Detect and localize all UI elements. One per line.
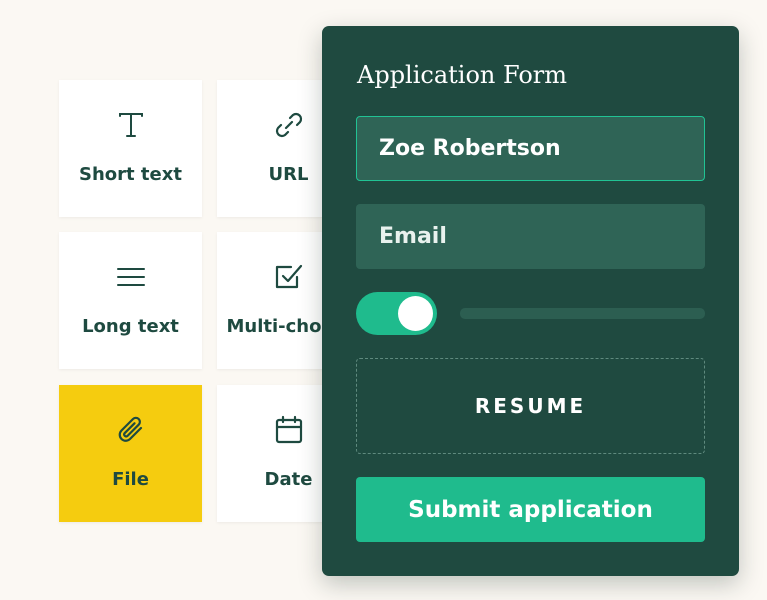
email-field-placeholder: Email <box>379 224 447 249</box>
toggle-switch[interactable] <box>356 292 437 335</box>
field-type-short-text[interactable]: Short text <box>59 80 202 217</box>
field-type-label: Short text <box>79 164 182 185</box>
name-field[interactable]: Zoe Robertson <box>356 116 705 181</box>
field-type-label: File <box>112 469 149 490</box>
email-field[interactable]: Email <box>356 204 705 269</box>
resume-upload-dropzone[interactable]: RESUME <box>356 358 705 454</box>
lines-icon <box>59 261 202 293</box>
field-type-label: Long text <box>82 316 179 337</box>
field-type-file[interactable]: File <box>59 385 202 522</box>
text-icon <box>59 109 202 141</box>
submit-application-button[interactable]: Submit application <box>356 477 705 542</box>
toggle-label-placeholder-bar <box>460 308 705 319</box>
application-form-panel: Application Form Zoe Robertson Email RES… <box>322 26 739 576</box>
toggle-knob <box>398 296 433 331</box>
name-field-value: Zoe Robertson <box>379 136 561 161</box>
upload-label: RESUME <box>474 394 587 418</box>
field-type-long-text[interactable]: Long text <box>59 232 202 369</box>
paperclip-icon <box>59 414 202 446</box>
form-title: Application Form <box>357 61 568 89</box>
